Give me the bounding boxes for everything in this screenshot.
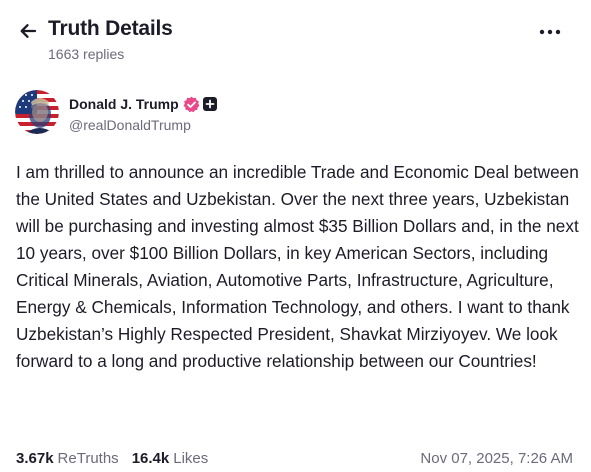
post-timestamp: Nov 07, 2025, 7:26 AM xyxy=(420,450,573,467)
verified-badge-icon xyxy=(183,96,200,113)
avatar-image xyxy=(15,90,59,134)
author-handle[interactable]: @realDonaldTrump xyxy=(69,117,191,133)
likes-label: Likes xyxy=(173,449,209,467)
retruths-label: ReTruths xyxy=(57,449,119,467)
display-name-row: Donald J. Trump xyxy=(69,94,217,114)
avatar[interactable] xyxy=(15,90,59,134)
post-text: I am thrilled to announce an incredible … xyxy=(16,162,579,371)
display-name[interactable]: Donald J. Trump xyxy=(69,96,179,112)
likes-stat[interactable]: 16.4k Likes xyxy=(132,450,209,467)
page-header: Truth Details 1663 replies xyxy=(0,0,591,80)
post-stats: 3.67k ReTruths 16.4k Likes xyxy=(16,448,221,468)
more-options-button[interactable] xyxy=(536,22,564,42)
retruths-count: 3.67k xyxy=(16,449,54,467)
arrow-left-icon xyxy=(20,24,37,38)
page-title: Truth Details xyxy=(48,17,173,40)
plus-badge-icon xyxy=(202,97,217,111)
likes-count: 16.4k xyxy=(131,449,170,467)
reply-count: 1663 replies xyxy=(48,46,125,62)
post-author: Donald J. Trump @realDonaldTrump xyxy=(15,90,575,140)
back-button[interactable] xyxy=(16,19,40,43)
more-horizontal-icon xyxy=(539,29,561,35)
retruths-stat[interactable]: 3.67k ReTruths xyxy=(16,450,119,467)
